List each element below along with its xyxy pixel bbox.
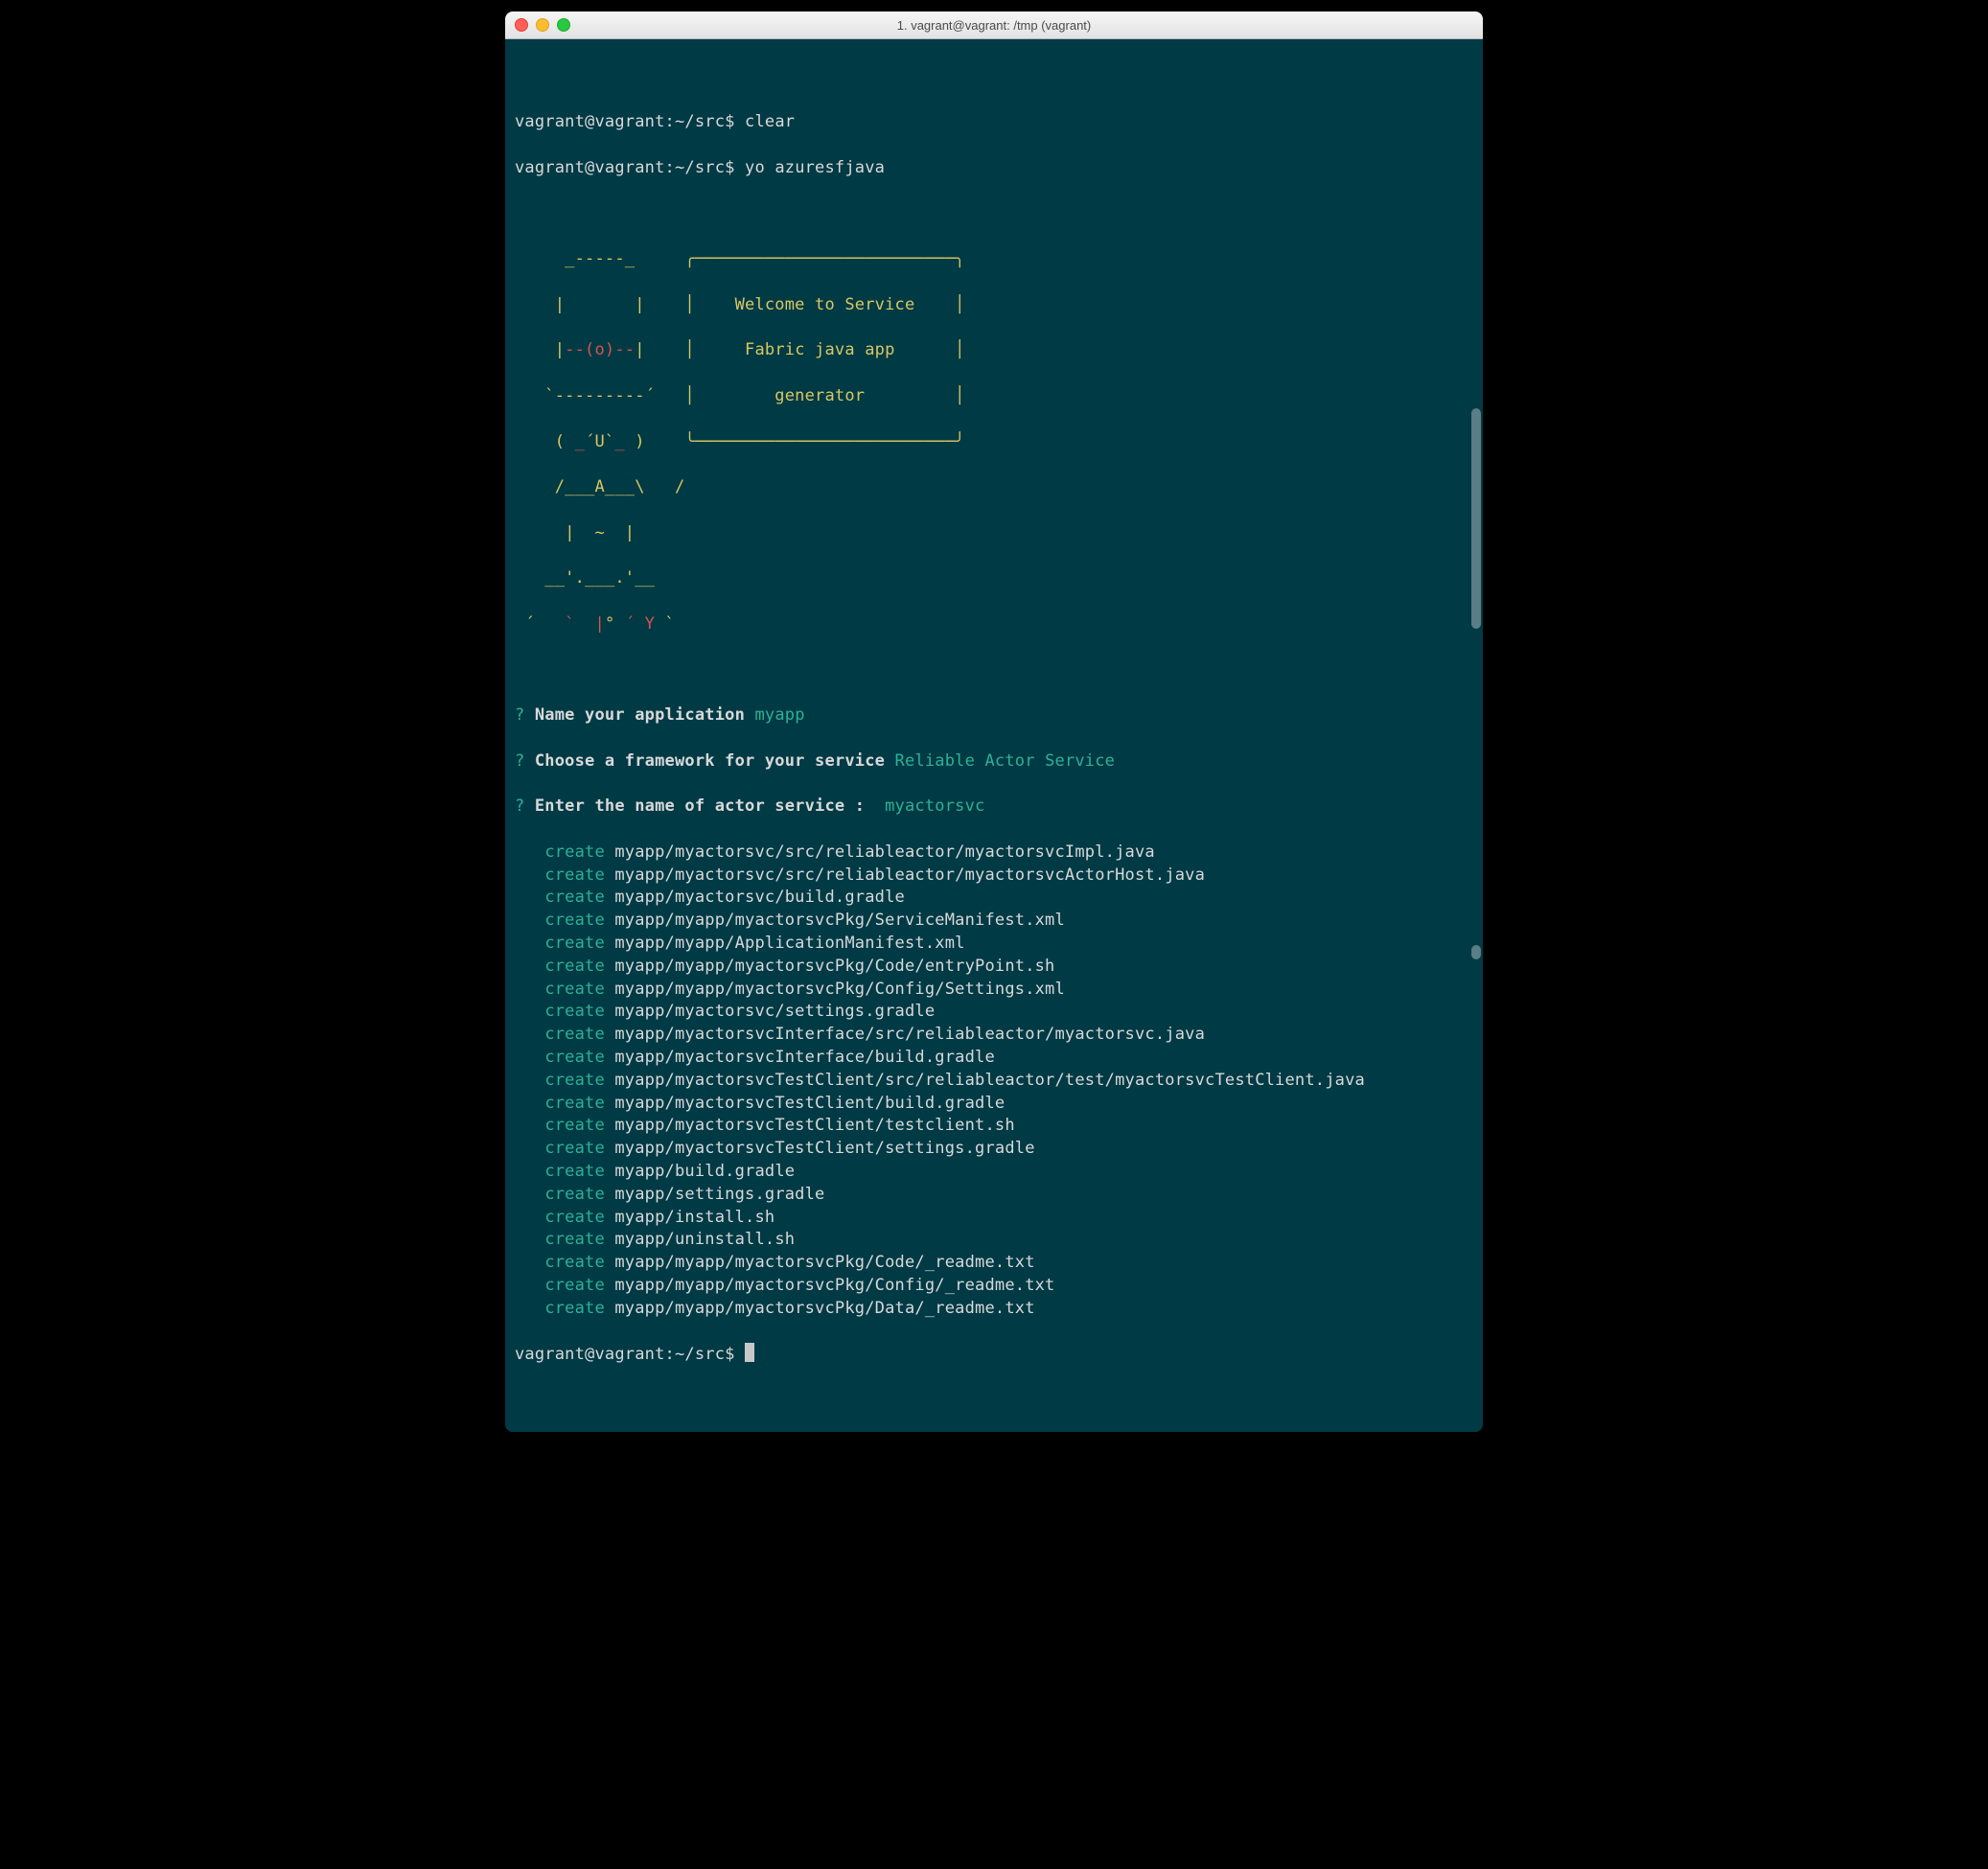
question-answer: myapp bbox=[754, 705, 804, 725]
command-yo: yo azuresfjava bbox=[745, 158, 885, 177]
create-line: create myapp/myactorsvcTestClient/testcl… bbox=[515, 1115, 1473, 1138]
file-path: myapp/myactorsvc/src/reliableactor/myact… bbox=[614, 842, 1154, 862]
create-label: create bbox=[544, 1116, 605, 1135]
prompt: vagrant@vagrant:~/src$ bbox=[515, 112, 745, 131]
prompt-q1: ? Name your application myapp bbox=[515, 704, 1473, 727]
create-line: create myapp/myactorsvcTestClient/settin… bbox=[515, 1138, 1473, 1161]
create-line: create myapp/myactorsvcInterface/src/rel… bbox=[515, 1024, 1473, 1047]
create-line: create myapp/myactorsvcInterface/build.g… bbox=[515, 1047, 1473, 1070]
file-path: myapp/myapp/myactorsvcPkg/Config/_readme… bbox=[614, 1276, 1054, 1295]
create-line: create myapp/myapp/myactorsvcPkg/Config/… bbox=[515, 979, 1473, 1002]
command-clear: clear bbox=[745, 112, 795, 131]
file-path: myapp/myapp/ApplicationManifest.xml bbox=[614, 934, 964, 953]
question-label: Choose a framework for your service bbox=[535, 751, 885, 771]
create-label: create bbox=[544, 1162, 605, 1181]
prompt: vagrant@vagrant:~/src$ bbox=[515, 1345, 745, 1364]
question-label: Enter the name of actor service : bbox=[535, 796, 865, 816]
create-label: create bbox=[544, 1139, 605, 1158]
blank-line bbox=[515, 203, 1473, 226]
create-line: create myapp/myapp/myactorsvcPkg/Data/_r… bbox=[515, 1298, 1473, 1321]
file-path: myapp/myapp/myactorsvcPkg/Config/Setting… bbox=[614, 980, 1065, 999]
create-label: create bbox=[544, 888, 605, 907]
create-line: create myapp/myactorsvc/settings.gradle bbox=[515, 1001, 1473, 1024]
ascii-art: _-----_ ╭──────────────────────────╮ bbox=[515, 248, 1473, 271]
create-line: create myapp/myactorsvc/src/reliableacto… bbox=[515, 865, 1473, 888]
create-line: create myapp/myactorsvc/src/reliableacto… bbox=[515, 842, 1473, 865]
create-line: create myapp/uninstall.sh bbox=[515, 1229, 1473, 1252]
file-path: myapp/build.gradle bbox=[614, 1162, 795, 1181]
cursor-icon bbox=[745, 1343, 754, 1362]
file-path: myapp/myapp/myactorsvcPkg/Code/_readme.t… bbox=[614, 1253, 1034, 1272]
file-path: myapp/myapp/myactorsvcPkg/Data/_readme.t… bbox=[614, 1299, 1034, 1318]
create-label: create bbox=[544, 1048, 605, 1067]
file-path: myapp/myactorsvcTestClient/build.gradle bbox=[614, 1094, 1005, 1113]
create-label: create bbox=[544, 1002, 605, 1021]
file-path: myapp/myapp/myactorsvcPkg/Code/entryPoin… bbox=[614, 957, 1054, 976]
create-label: create bbox=[544, 842, 605, 862]
create-line: create myapp/install.sh bbox=[515, 1207, 1473, 1230]
titlebar[interactable]: 1. vagrant@vagrant: /tmp (vagrant) bbox=[505, 12, 1483, 39]
terminal-window: 1. vagrant@vagrant: /tmp (vagrant) vagra… bbox=[505, 12, 1483, 1432]
create-line: create myapp/myapp/myactorsvcPkg/Code/en… bbox=[515, 956, 1473, 979]
prompt-q2: ? Choose a framework for your service Re… bbox=[515, 750, 1473, 773]
ascii-art: ( _´U`_ ) ╰──────────────────────────╯ bbox=[515, 431, 1473, 454]
question-label: Name your application bbox=[535, 705, 745, 725]
create-label: create bbox=[544, 957, 605, 976]
file-path: myapp/settings.gradle bbox=[614, 1185, 824, 1204]
prompt: vagrant@vagrant:~/src$ bbox=[515, 158, 745, 177]
scrollbar-thumb-bottom[interactable] bbox=[1471, 945, 1481, 959]
create-label: create bbox=[544, 1185, 605, 1204]
file-path: myapp/myactorsvcTestClient/src/reliablea… bbox=[614, 1071, 1365, 1090]
file-path: myapp/myactorsvc/settings.gradle bbox=[614, 1002, 935, 1021]
ascii-art: __'.___.'__ bbox=[515, 567, 1473, 590]
create-label: create bbox=[544, 865, 605, 885]
file-path: myapp/install.sh bbox=[614, 1208, 774, 1227]
create-label: create bbox=[544, 1253, 605, 1272]
create-label: create bbox=[544, 911, 605, 930]
file-path: myapp/myapp/myactorsvcPkg/ServiceManifes… bbox=[614, 911, 1065, 930]
create-line: create myapp/myactorsvcTestClient/src/re… bbox=[515, 1070, 1473, 1093]
file-path: myapp/myactorsvc/build.gradle bbox=[614, 888, 905, 907]
create-label: create bbox=[544, 1276, 605, 1295]
create-line: create myapp/myactorsvcTestClient/build.… bbox=[515, 1093, 1473, 1116]
create-label: create bbox=[544, 1094, 605, 1113]
question-answer: myactorsvc bbox=[885, 796, 984, 816]
file-path: myapp/myactorsvcInterface/src/reliableac… bbox=[614, 1025, 1205, 1044]
ascii-art: |--(o)--| │ Fabric java app │ bbox=[515, 339, 1473, 362]
terminal-body[interactable]: vagrant@vagrant:~/src$ clear vagrant@vag… bbox=[505, 39, 1483, 1432]
file-path: myapp/myactorsvcInterface/build.gradle bbox=[614, 1048, 995, 1067]
create-line: create myapp/myactorsvc/build.gradle bbox=[515, 887, 1473, 910]
create-label: create bbox=[544, 1071, 605, 1090]
create-line: create myapp/myapp/myactorsvcPkg/Code/_r… bbox=[515, 1252, 1473, 1275]
create-label: create bbox=[544, 1025, 605, 1044]
create-line: create myapp/myapp/ApplicationManifest.x… bbox=[515, 933, 1473, 956]
create-label: create bbox=[544, 980, 605, 999]
create-label: create bbox=[544, 1299, 605, 1318]
blank-line bbox=[515, 659, 1473, 682]
file-path: myapp/myactorsvcTestClient/settings.grad… bbox=[614, 1139, 1034, 1158]
ascii-art: | | │ Welcome to Service │ bbox=[515, 294, 1473, 317]
ascii-art: `---------´ │ generator │ bbox=[515, 385, 1473, 408]
cmd-line-2: vagrant@vagrant:~/src$ yo azuresfjava bbox=[515, 157, 1473, 180]
ascii-art: | ~ | bbox=[515, 522, 1473, 545]
create-line: create myapp/myapp/myactorsvcPkg/Config/… bbox=[515, 1275, 1473, 1298]
cmd-line-1: vagrant@vagrant:~/src$ clear bbox=[515, 111, 1473, 134]
scrollbar-thumb[interactable] bbox=[1471, 408, 1481, 629]
create-label: create bbox=[544, 1230, 605, 1249]
create-line: create myapp/settings.gradle bbox=[515, 1184, 1473, 1207]
window-title: 1. vagrant@vagrant: /tmp (vagrant) bbox=[505, 18, 1483, 33]
file-path: myapp/uninstall.sh bbox=[614, 1230, 795, 1249]
create-label: create bbox=[544, 934, 605, 953]
ascii-art: /___A___\ / bbox=[515, 476, 1473, 499]
prompt-q3: ? Enter the name of actor service : myac… bbox=[515, 796, 1473, 819]
file-path: myapp/myactorsvcTestClient/testclient.sh bbox=[614, 1116, 1014, 1135]
file-list: create myapp/myactorsvc/src/reliableacto… bbox=[515, 842, 1473, 1321]
create-line: create myapp/myapp/myactorsvcPkg/Service… bbox=[515, 910, 1473, 933]
file-path: myapp/myactorsvc/src/reliableactor/myact… bbox=[614, 865, 1205, 885]
ascii-art: ´ ` |° ´ Y ` bbox=[515, 613, 1473, 636]
final-prompt[interactable]: vagrant@vagrant:~/src$ bbox=[515, 1343, 1473, 1367]
question-answer: Reliable Actor Service bbox=[895, 751, 1116, 771]
create-line: create myapp/build.gradle bbox=[515, 1161, 1473, 1184]
create-label: create bbox=[544, 1208, 605, 1227]
